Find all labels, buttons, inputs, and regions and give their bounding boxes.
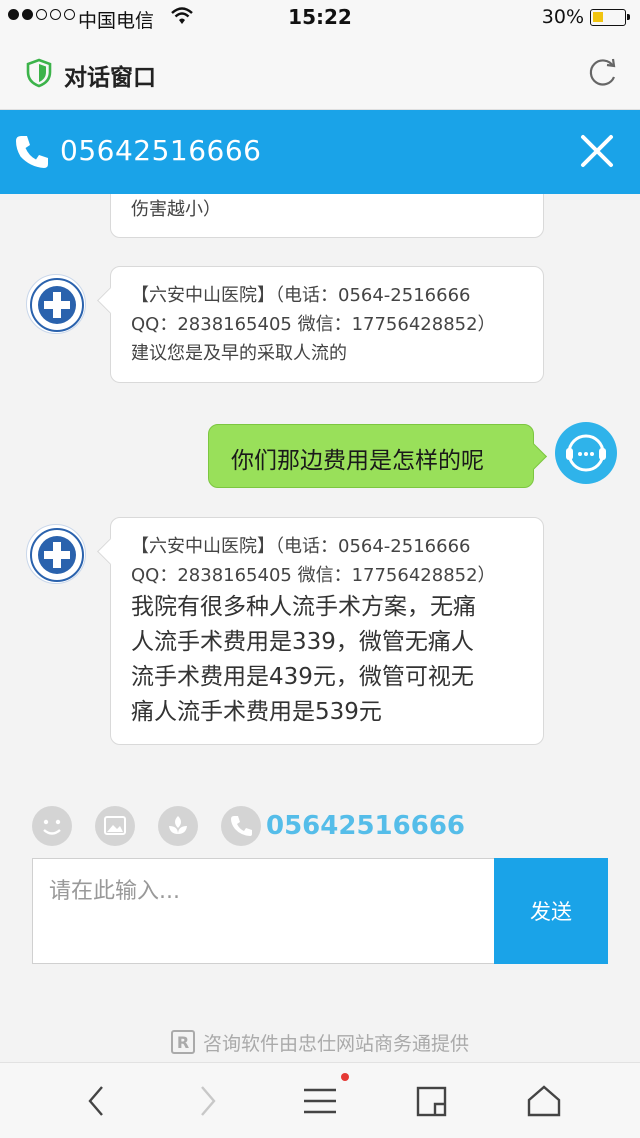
home-icon[interactable] <box>522 1081 566 1121</box>
page-title: 对话窗口 <box>64 65 156 91</box>
software-badge: R <box>170 1030 195 1054</box>
user-message-bubble: 你们那边费用是怎样的呢 <box>208 424 534 488</box>
battery-percent: 30% <box>541 6 584 28</box>
message-text-line: 我院有很多种人流手术方案，无痛 <box>131 594 476 620</box>
phone-number[interactable]: 05642516666 <box>60 134 261 167</box>
status-bar: 中国电信 15:22 30% <box>0 0 640 36</box>
phone-header: 05642516666 <box>0 110 640 194</box>
title-bar: 对话窗口 <box>0 36 640 110</box>
powered-by-footer: R 咨询软件由忠仕网站商务通提供 <box>0 1026 640 1058</box>
message-text-line: 流手术费用是439元，微管可视无 <box>131 664 474 690</box>
message-text: 你们那边费用是怎样的呢 <box>231 448 484 474</box>
chat-history[interactable]: 伤害越小） 【六安中山医院】（电话：0564-2516666 QQ：283816… <box>0 194 640 794</box>
message-header: 【六安中山医院】（电话：0564-2516666 <box>131 285 471 306</box>
message-header: QQ：2838165405 微信：17756428852） <box>131 565 496 586</box>
message-text: 建议您是及早的采取人流的 <box>131 343 347 364</box>
close-icon[interactable] <box>580 134 614 172</box>
shield-icon <box>26 58 52 92</box>
chat-toolbar: 05642516666 <box>0 794 640 856</box>
browser-bottom-nav <box>0 1062 640 1138</box>
battery-icon <box>590 9 630 26</box>
emoji-icon[interactable] <box>32 806 72 846</box>
message-header: QQ：2838165405 微信：17756428852） <box>131 314 496 335</box>
hospital-logo-avatar <box>26 524 86 584</box>
message-bubble: 伤害越小） <box>110 194 544 238</box>
user-avatar <box>555 422 617 484</box>
footer-text: 咨询软件由忠仕网站商务通提供 <box>202 1032 469 1055</box>
notification-dot <box>341 1073 349 1081</box>
flower-icon[interactable] <box>158 806 198 846</box>
message-input[interactable] <box>33 859 494 963</box>
message-text-line: 痛人流手术费用是539元 <box>131 699 382 725</box>
message-header: 【六安中山医院】（电话：0564-2516666 <box>131 536 471 557</box>
phone-icon[interactable] <box>12 132 52 176</box>
message-text-line: 人流手术费用是339，微管无痛人 <box>131 629 474 655</box>
toolbar-phone-number[interactable]: 05642516666 <box>266 811 465 841</box>
message-text: 伤害越小） <box>131 199 221 220</box>
tabs-icon[interactable] <box>410 1081 454 1121</box>
refresh-icon[interactable] <box>586 56 620 94</box>
phone-icon[interactable] <box>221 806 261 846</box>
image-icon[interactable] <box>95 806 135 846</box>
message-input-wrapper <box>32 858 494 964</box>
message-bubble: 【六安中山医院】（电话：0564-2516666 QQ：2838165405 微… <box>110 266 544 383</box>
forward-icon[interactable] <box>186 1081 230 1121</box>
menu-icon[interactable] <box>298 1081 342 1121</box>
back-icon[interactable] <box>74 1081 118 1121</box>
send-button[interactable]: 发送 <box>494 858 608 964</box>
hospital-logo-avatar <box>26 274 86 334</box>
message-bubble: 【六安中山医院】（电话：0564-2516666 QQ：2838165405 微… <box>110 517 544 745</box>
